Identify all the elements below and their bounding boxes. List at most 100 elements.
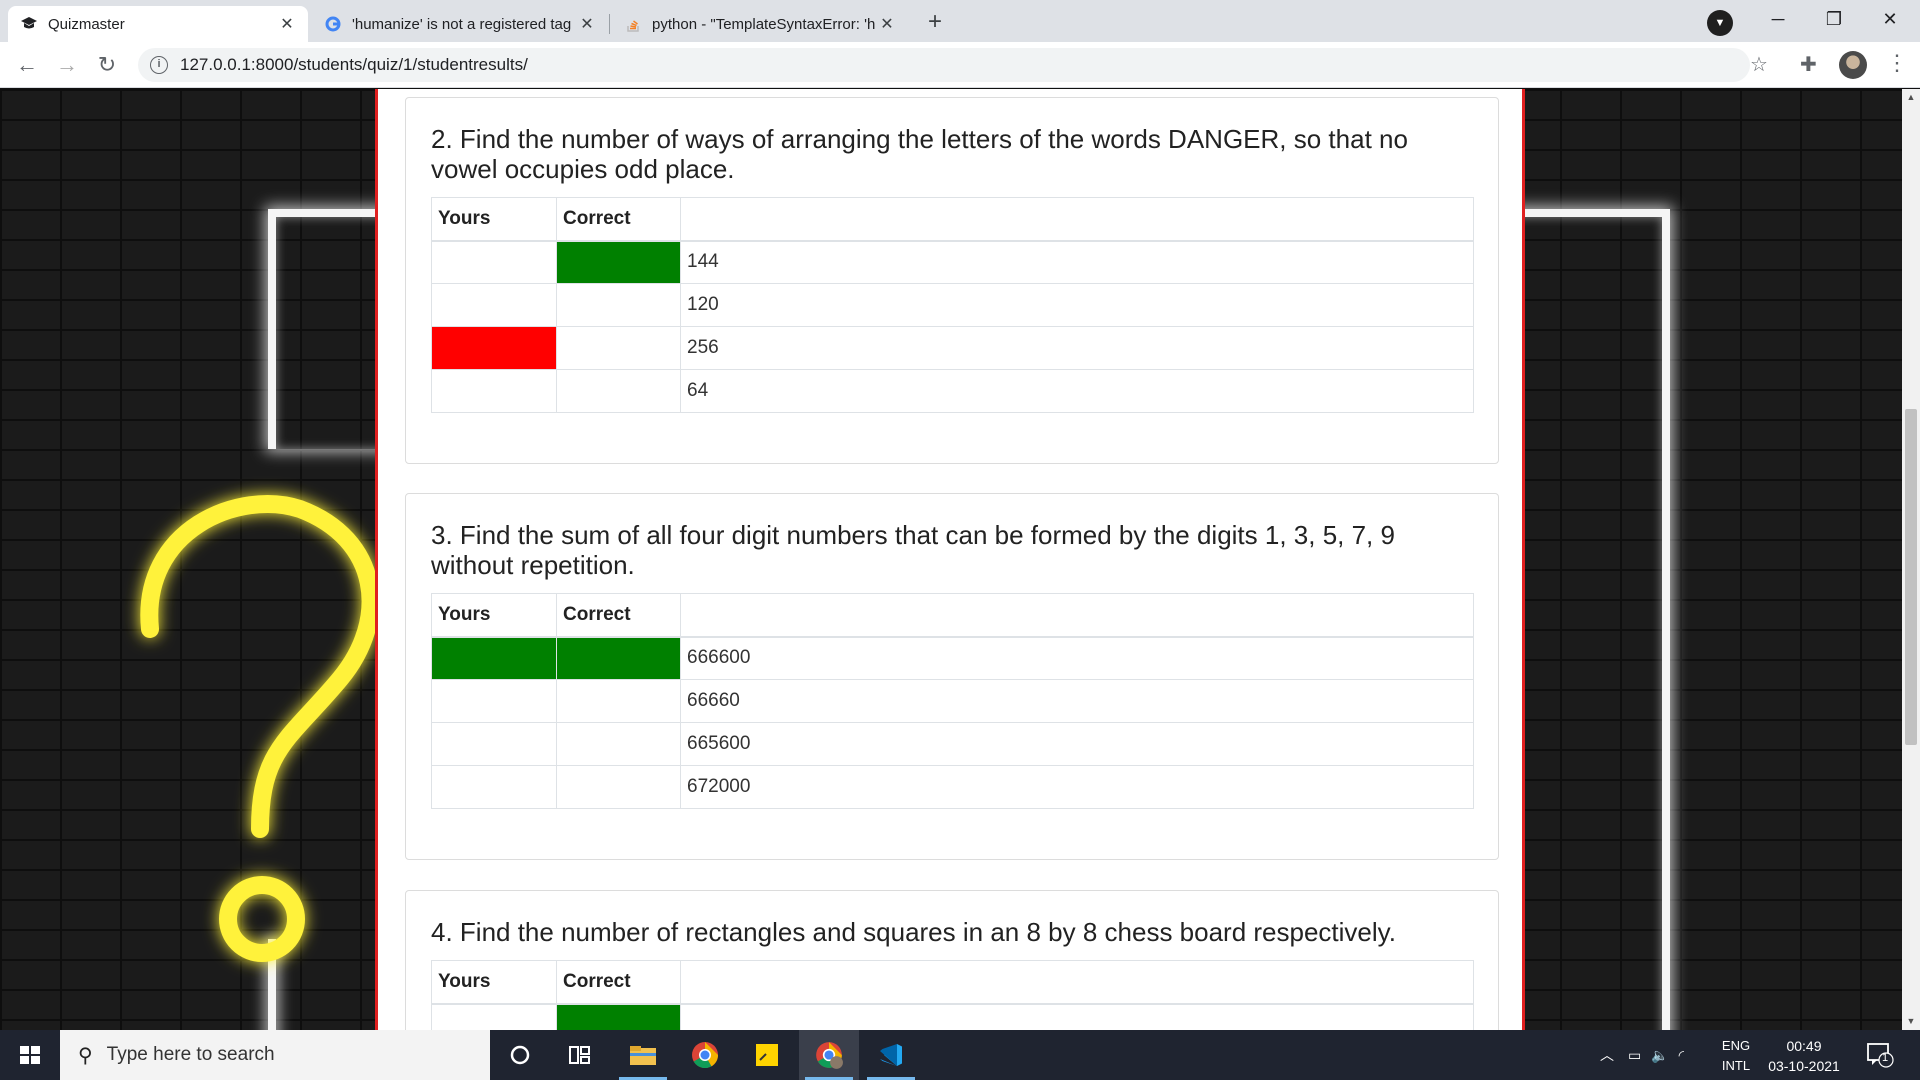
option-text <box>680 1003 1474 1030</box>
tab-title: python - "TemplateSyntaxError: 'h <box>652 15 876 33</box>
new-tab-button[interactable]: + <box>920 8 950 38</box>
profile-avatar[interactable] <box>1839 51 1867 79</box>
table-row: 256 <box>431 326 1474 370</box>
table-header-row: Yours Correct <box>431 197 1474 242</box>
yours-cell <box>431 240 557 284</box>
close-icon[interactable]: ✕ <box>278 14 296 34</box>
table-row: 66660 <box>431 679 1474 723</box>
extensions-puzzle-icon[interactable]: ✚ <box>1800 52 1817 77</box>
correct-cell <box>556 679 681 723</box>
battery-icon[interactable]: ▭ <box>1628 1047 1641 1064</box>
chrome-profile-window-icon[interactable] <box>799 1030 859 1080</box>
header-yours: Yours <box>431 593 557 638</box>
correct-cell-marked <box>556 240 681 284</box>
table-row: 64 <box>431 369 1474 413</box>
yours-cell <box>431 679 557 723</box>
tab-title: Quizmaster <box>48 15 125 33</box>
header-option <box>680 593 1474 638</box>
neon-frame-right <box>1500 209 1670 1030</box>
yours-cell-wrong <box>431 326 557 370</box>
table-row: 120 <box>431 283 1474 327</box>
sticky-notes-icon[interactable] <box>737 1030 797 1080</box>
neon-question-mark-icon <box>140 495 380 962</box>
answers-table: Yours Correct <box>431 960 1474 1030</box>
window-close-button[interactable]: ✕ <box>1862 0 1918 40</box>
notification-center-icon[interactable]: 1 <box>1866 1042 1894 1068</box>
tab-stackoverflow[interactable]: python - "TemplateSyntaxError: 'h ✕ <box>612 6 908 42</box>
answers-table: Yours Correct 666600 66660 665600 672000 <box>431 593 1474 809</box>
forward-arrow-icon[interactable]: → <box>52 50 82 80</box>
page-viewport: 2. Find the number of ways of arranging … <box>0 89 1902 1030</box>
tab-search-icon[interactable]: ▼ <box>1707 10 1733 36</box>
header-option <box>680 960 1474 1005</box>
yours-cell <box>431 283 557 327</box>
bookmark-star-icon[interactable]: ☆ <box>1750 52 1768 77</box>
scroll-down-arrow-icon[interactable]: ▼ <box>1902 1013 1920 1030</box>
lang-code: ENG <box>1721 1038 1751 1053</box>
yours-cell <box>431 765 557 809</box>
question-card: 4. Find the number of rectangles and squ… <box>405 890 1499 1030</box>
restore-button[interactable]: ❐ <box>1806 0 1862 40</box>
chevron-up-icon[interactable]: ︿ <box>1600 1045 1614 1065</box>
info-icon[interactable]: i <box>150 56 168 74</box>
tab-google-search[interactable]: 'humanize' is not a registered tag ✕ <box>312 6 608 42</box>
yours-cell <box>431 722 557 766</box>
option-text: 120 <box>680 283 1474 327</box>
volume-icon[interactable]: 🔈 <box>1651 1047 1668 1064</box>
tab-strip: Quizmaster ✕ 'humanize' is not a registe… <box>0 0 1920 42</box>
correct-cell-marked <box>556 636 681 680</box>
cortana-circle-icon[interactable] <box>490 1030 550 1080</box>
table-row: 665600 <box>431 722 1474 766</box>
table-row: 666600 <box>431 636 1474 680</box>
yours-cell-correct <box>431 636 557 680</box>
correct-cell <box>556 326 681 370</box>
header-correct: Correct <box>556 593 681 638</box>
header-yours: Yours <box>431 197 557 242</box>
correct-cell <box>556 765 681 809</box>
system-tray: ︿ ▭ 🔈 ◜ <box>1600 1030 1684 1080</box>
windows-start-icon[interactable] <box>0 1030 60 1080</box>
table-row: 672000 <box>431 765 1474 809</box>
task-view-icon[interactable] <box>550 1030 610 1080</box>
table-row <box>431 1003 1474 1030</box>
scrollbar-thumb[interactable] <box>1905 409 1917 745</box>
option-text: 256 <box>680 326 1474 370</box>
menu-kebab-icon[interactable]: ⋮ <box>1886 50 1908 76</box>
back-arrow-icon[interactable]: ← <box>12 50 42 80</box>
taskbar-clock[interactable]: 00:49 03-10-2021 <box>1762 1036 1846 1076</box>
question-title: 3. Find the sum of all four digit number… <box>431 520 1395 580</box>
address-bar[interactable]: i 127.0.0.1:8000/students/quiz/1/student… <box>138 48 1750 82</box>
file-explorer-icon[interactable] <box>613 1030 673 1080</box>
option-text: 64 <box>680 369 1474 413</box>
windows-taskbar: ⚲ Type here to search ︿ ▭ 🔈 ◜ ENG INTL 0… <box>0 1030 1920 1080</box>
header-correct: Correct <box>556 197 681 242</box>
browser-toolbar: ← → ↻ i 127.0.0.1:8000/students/quiz/1/s… <box>0 42 1920 88</box>
yours-cell <box>431 1003 557 1030</box>
question-card: 3. Find the sum of all four digit number… <box>405 493 1499 860</box>
option-text: 66660 <box>680 679 1474 723</box>
url-text: 127.0.0.1:8000/students/quiz/1/studentre… <box>180 55 528 74</box>
question-title: 4. Find the number of rectangles and squ… <box>431 917 1396 947</box>
tab-divider <box>609 14 610 34</box>
close-icon[interactable]: ✕ <box>578 14 596 34</box>
language-indicator[interactable]: ENG INTL <box>1714 1036 1758 1076</box>
option-text: 144 <box>680 240 1474 284</box>
close-icon[interactable]: ✕ <box>878 14 896 34</box>
scroll-up-arrow-icon[interactable]: ▲ <box>1902 89 1920 106</box>
page-scrollbar[interactable]: ▲ ▼ <box>1902 89 1920 1030</box>
minimize-button[interactable]: ─ <box>1750 0 1806 40</box>
wifi-icon[interactable]: ◜ <box>1679 1047 1684 1064</box>
search-icon: ⚲ <box>78 1044 93 1067</box>
tab-title: 'humanize' is not a registered tag <box>352 15 572 33</box>
question-card: 2. Find the number of ways of arranging … <box>405 97 1499 464</box>
tab-quizmaster[interactable]: Quizmaster ✕ <box>8 6 308 42</box>
header-correct: Correct <box>556 960 681 1005</box>
answers-table: Yours Correct 144 120 256 64 <box>431 197 1474 413</box>
vscode-icon[interactable] <box>861 1030 921 1080</box>
taskbar-search-input[interactable]: ⚲ Type here to search <box>60 1030 490 1080</box>
reload-icon[interactable]: ↻ <box>92 50 122 80</box>
correct-cell <box>556 369 681 413</box>
table-header-row: Yours Correct <box>431 960 1474 1005</box>
option-text: 666600 <box>680 636 1474 680</box>
chrome-icon[interactable] <box>675 1030 735 1080</box>
